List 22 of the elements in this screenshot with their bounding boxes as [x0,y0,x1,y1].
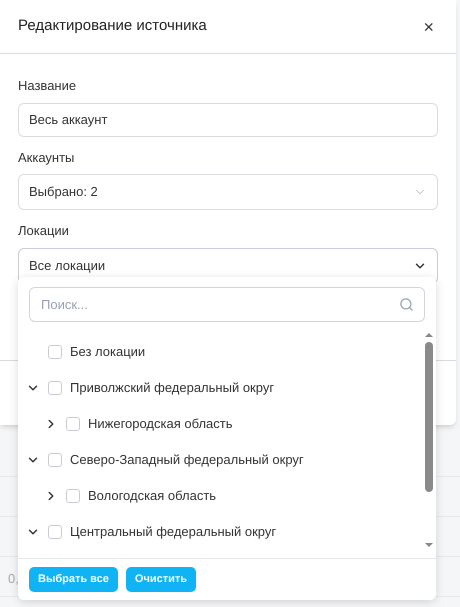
close-button[interactable]: × [419,18,438,36]
dialog-title: Редактирование источника [18,16,207,36]
field-label: Локации [18,222,70,240]
table-text: 0, [8,570,19,588]
tree-item-label[interactable]: Вологодская область [88,486,216,506]
input-field[interactable]: Весь аккаунт [18,102,438,136]
checkbox[interactable] [66,489,80,503]
tree-item-label[interactable]: Центральный федеральный округ [70,522,276,542]
checkbox[interactable] [66,417,80,431]
tree-item-label[interactable]: Северо-Западный федеральный округ [70,450,304,470]
checkbox[interactable] [48,525,62,539]
search-field[interactable]: Поиск... [29,287,425,322]
tree-item-label[interactable]: Приволжский федеральный округ [70,378,274,398]
tree-item-label[interactable]: Без локации [70,342,146,362]
field-label: Название [18,77,78,95]
checkbox[interactable] [48,381,62,395]
field-label: Аккаунты [18,148,76,167]
select-field[interactable]: Выбрано: 2 [18,174,438,210]
checkbox[interactable] [48,345,62,359]
checkbox[interactable] [48,453,62,467]
search-icon [399,297,414,312]
tree-item-label[interactable]: Нижегородская область [88,414,233,434]
